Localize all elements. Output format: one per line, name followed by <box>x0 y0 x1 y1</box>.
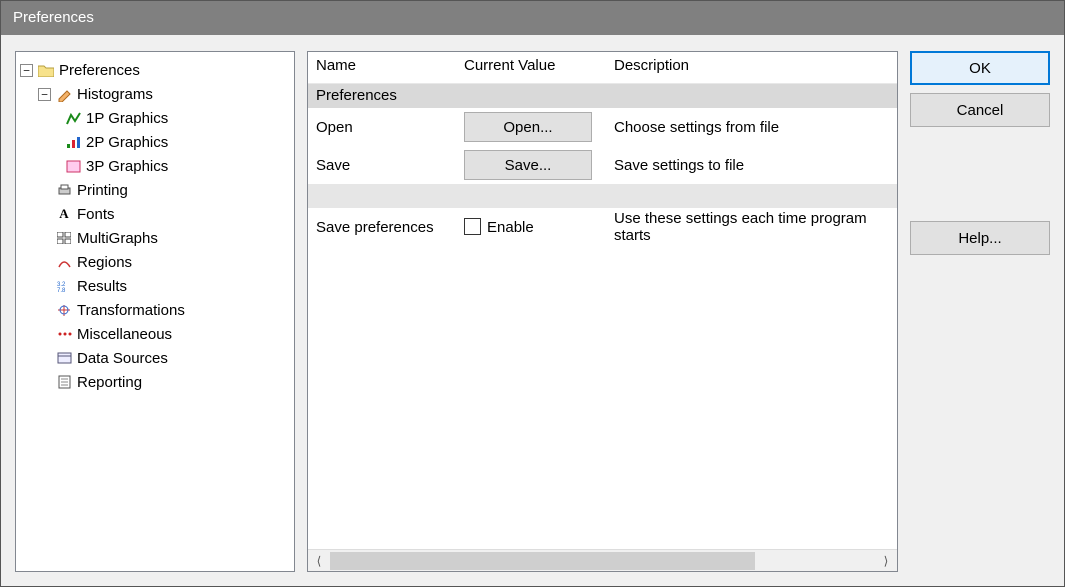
open-button[interactable]: Open... <box>464 112 592 142</box>
tree-item-results[interactable]: 3.27.8 Results <box>20 274 290 298</box>
row-save-preferences: Save preferences Enable Use these settin… <box>308 208 897 246</box>
tree-item-regions[interactable]: Regions <box>20 250 290 274</box>
printer-icon <box>55 182 73 198</box>
tree-label: MultiGraphs <box>77 230 158 247</box>
enable-checkbox[interactable]: Enable <box>456 218 606 236</box>
scroll-right-icon[interactable]: ⟩ <box>875 550 897 572</box>
grid-body: Preferences Open Open... Choose settings… <box>308 84 897 549</box>
pencil-icon <box>55 86 73 102</box>
tree-item-reporting[interactable]: Reporting <box>20 370 290 394</box>
datasource-icon <box>55 350 73 366</box>
scroll-track[interactable] <box>330 552 875 570</box>
scroll-thumb[interactable] <box>330 552 755 570</box>
checkbox-icon[interactable] <box>464 218 481 235</box>
svg-text:7.8: 7.8 <box>57 288 66 292</box>
tree-label: 3P Graphics <box>86 158 168 175</box>
tree-label: Printing <box>77 182 128 199</box>
horizontal-scrollbar[interactable]: ⟨ ⟩ <box>308 549 897 571</box>
tree-label: 2P Graphics <box>86 134 168 151</box>
category-tree-panel: − Preferences − <box>15 51 295 572</box>
dots-icon <box>55 326 73 342</box>
tree-label: Preferences <box>59 62 140 79</box>
tree-label: Miscellaneous <box>77 326 172 343</box>
save-button[interactable]: Save... <box>464 150 592 180</box>
transform-icon <box>55 302 73 318</box>
ok-button[interactable]: OK <box>910 51 1050 85</box>
column-header-value[interactable]: Current Value <box>456 52 606 83</box>
tree-item-histograms[interactable]: − Histograms <box>20 82 290 106</box>
row-description: Use these settings each time program sta… <box>606 210 897 244</box>
group-row-preferences: Preferences <box>308 84 897 108</box>
chart-2p-icon <box>64 134 82 150</box>
dialog-buttons: OK Cancel Help... <box>910 51 1050 572</box>
regions-icon <box>55 254 73 270</box>
property-grid: Name Current Value Description Preferenc… <box>307 51 898 572</box>
chart-1p-icon <box>64 110 82 126</box>
scroll-left-icon[interactable]: ⟨ <box>308 550 330 572</box>
font-icon: A <box>55 206 73 222</box>
report-icon <box>55 374 73 390</box>
row-description: Choose settings from file <box>606 119 897 136</box>
tree-item-preferences[interactable]: − Preferences <box>20 58 290 82</box>
tree-label: Reporting <box>77 374 142 391</box>
tree-item-transformations[interactable]: Transformations <box>20 298 290 322</box>
tree-label: Transformations <box>77 302 185 319</box>
tree-item-3p-graphics[interactable]: 3P Graphics <box>20 154 290 178</box>
window-titlebar: Preferences <box>1 1 1064 35</box>
column-header-description[interactable]: Description <box>606 52 897 83</box>
tree-item-miscellaneous[interactable]: Miscellaneous <box>20 322 290 346</box>
tree-item-printing[interactable]: Printing <box>20 178 290 202</box>
row-open: Open Open... Choose settings from file <box>308 108 897 146</box>
tree-label: 1P Graphics <box>86 110 168 127</box>
window-title: Preferences <box>13 9 94 26</box>
cancel-button[interactable]: Cancel <box>910 93 1050 127</box>
row-label: Open <box>308 119 456 136</box>
checkbox-label: Enable <box>487 219 534 236</box>
collapse-icon[interactable]: − <box>20 64 33 77</box>
tree-item-data-sources[interactable]: Data Sources <box>20 346 290 370</box>
tree-label: Results <box>77 278 127 295</box>
row-label: Save <box>308 157 456 174</box>
separator-row <box>308 184 897 208</box>
grid-header: Name Current Value Description <box>308 52 897 84</box>
preferences-dialog: Preferences − Preferences <box>0 0 1065 587</box>
tree-item-fonts[interactable]: A Fonts <box>20 202 290 226</box>
tree-label: Histograms <box>77 86 153 103</box>
tree-label: Data Sources <box>77 350 168 367</box>
column-header-name[interactable]: Name <box>308 52 456 83</box>
tree-label: Regions <box>77 254 132 271</box>
results-icon: 3.27.8 <box>55 278 73 294</box>
category-tree[interactable]: − Preferences − <box>20 58 290 394</box>
chart-3p-icon <box>64 158 82 174</box>
grid-icon <box>55 230 73 246</box>
folder-open-icon <box>37 62 55 78</box>
row-save: Save Save... Save settings to file <box>308 146 897 184</box>
tree-item-2p-graphics[interactable]: 2P Graphics <box>20 130 290 154</box>
row-description: Save settings to file <box>606 157 897 174</box>
tree-item-1p-graphics[interactable]: 1P Graphics <box>20 106 290 130</box>
tree-label: Fonts <box>77 206 115 223</box>
tree-item-multigraphs[interactable]: MultiGraphs <box>20 226 290 250</box>
dialog-body: − Preferences − <box>1 35 1064 586</box>
row-label: Save preferences <box>308 219 456 236</box>
help-button[interactable]: Help... <box>910 221 1050 255</box>
collapse-icon[interactable]: − <box>38 88 51 101</box>
